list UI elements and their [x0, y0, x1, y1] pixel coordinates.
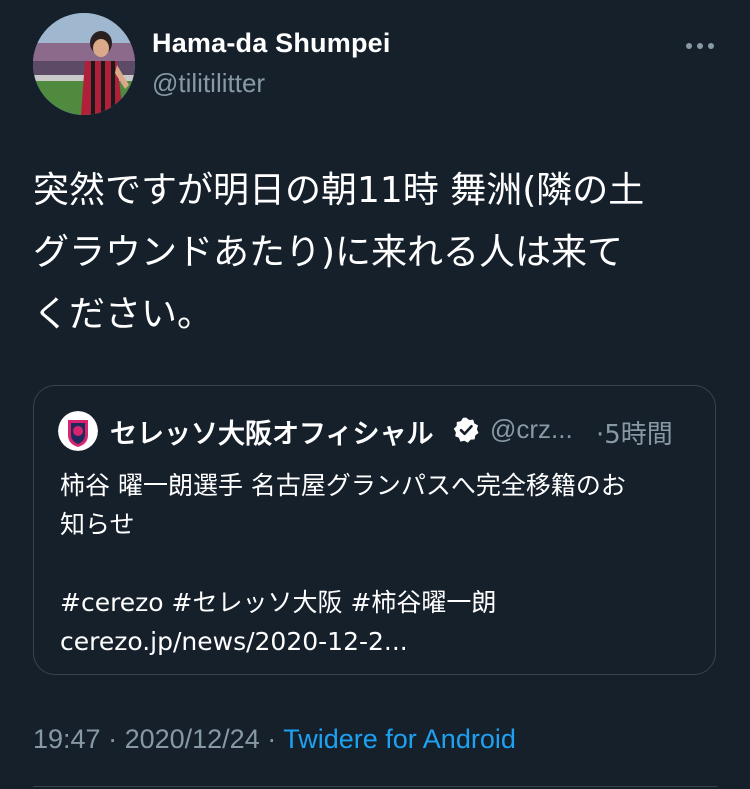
divider [33, 786, 717, 787]
tweet-date: 2020/12/24 [124, 724, 260, 754]
quoted-hashtags: #cerezo #セレッソ大阪 #柿谷曜一朗 [60, 588, 497, 617]
quoted-link: cerezo.jp/news/2020-12-2... [60, 627, 408, 656]
quoted-text-line: 知らせ [60, 510, 135, 539]
quoted-tweet-time: ·5時間 [596, 420, 673, 450]
quoted-tweet-text: 柿谷 曜一朗選手 名古屋グランパスへ完全移籍のお 知らせ #cerezo #セレ… [60, 466, 700, 661]
tweet-detail: Hama-da Shumpei @tilitilitter 突然ですが明日の朝1… [0, 0, 750, 789]
author-display-name[interactable]: Hama-da Shumpei [152, 28, 391, 59]
quoted-tweet-card[interactable]: セレッソ大阪オフィシャル @crz... ·5時間 柿谷 曜一朗選手 名古屋グラ… [33, 385, 716, 675]
meta-separator: · [100, 724, 125, 754]
tweet-time: 19:47 [33, 724, 101, 754]
avatar[interactable] [33, 13, 135, 115]
tweet-text-line: グラウンドあたり)に来れる人は来て [33, 232, 624, 273]
more-horizontal-icon [686, 43, 692, 49]
meta-separator: · [259, 724, 284, 754]
quoted-author-handle: @crz... [490, 414, 573, 444]
tweet-text-line: ください。 [33, 294, 214, 335]
author-handle[interactable]: @tilitilitter [152, 68, 265, 99]
tweet-text: 突然ですが明日の朝11時 舞洲(隣の土 グラウンドあたり)に来れる人は来て くだ… [33, 160, 723, 346]
more-options-button[interactable] [680, 32, 720, 60]
quoted-text-line: 柿谷 曜一朗選手 名古屋グランパスへ完全移籍のお [60, 471, 626, 500]
quoted-author-name: セレッソ大阪オフィシャル [110, 419, 434, 450]
tweet-text-line: 突然ですが明日の朝11時 舞洲(隣の土 [33, 170, 645, 211]
tweet-source-link[interactable]: Twidere for Android [283, 724, 516, 754]
quoted-author-avatar [58, 411, 98, 451]
tweet-meta: 19:47 · 2020/12/24 · Twidere for Android [33, 724, 516, 755]
verified-badge-icon [453, 417, 479, 443]
